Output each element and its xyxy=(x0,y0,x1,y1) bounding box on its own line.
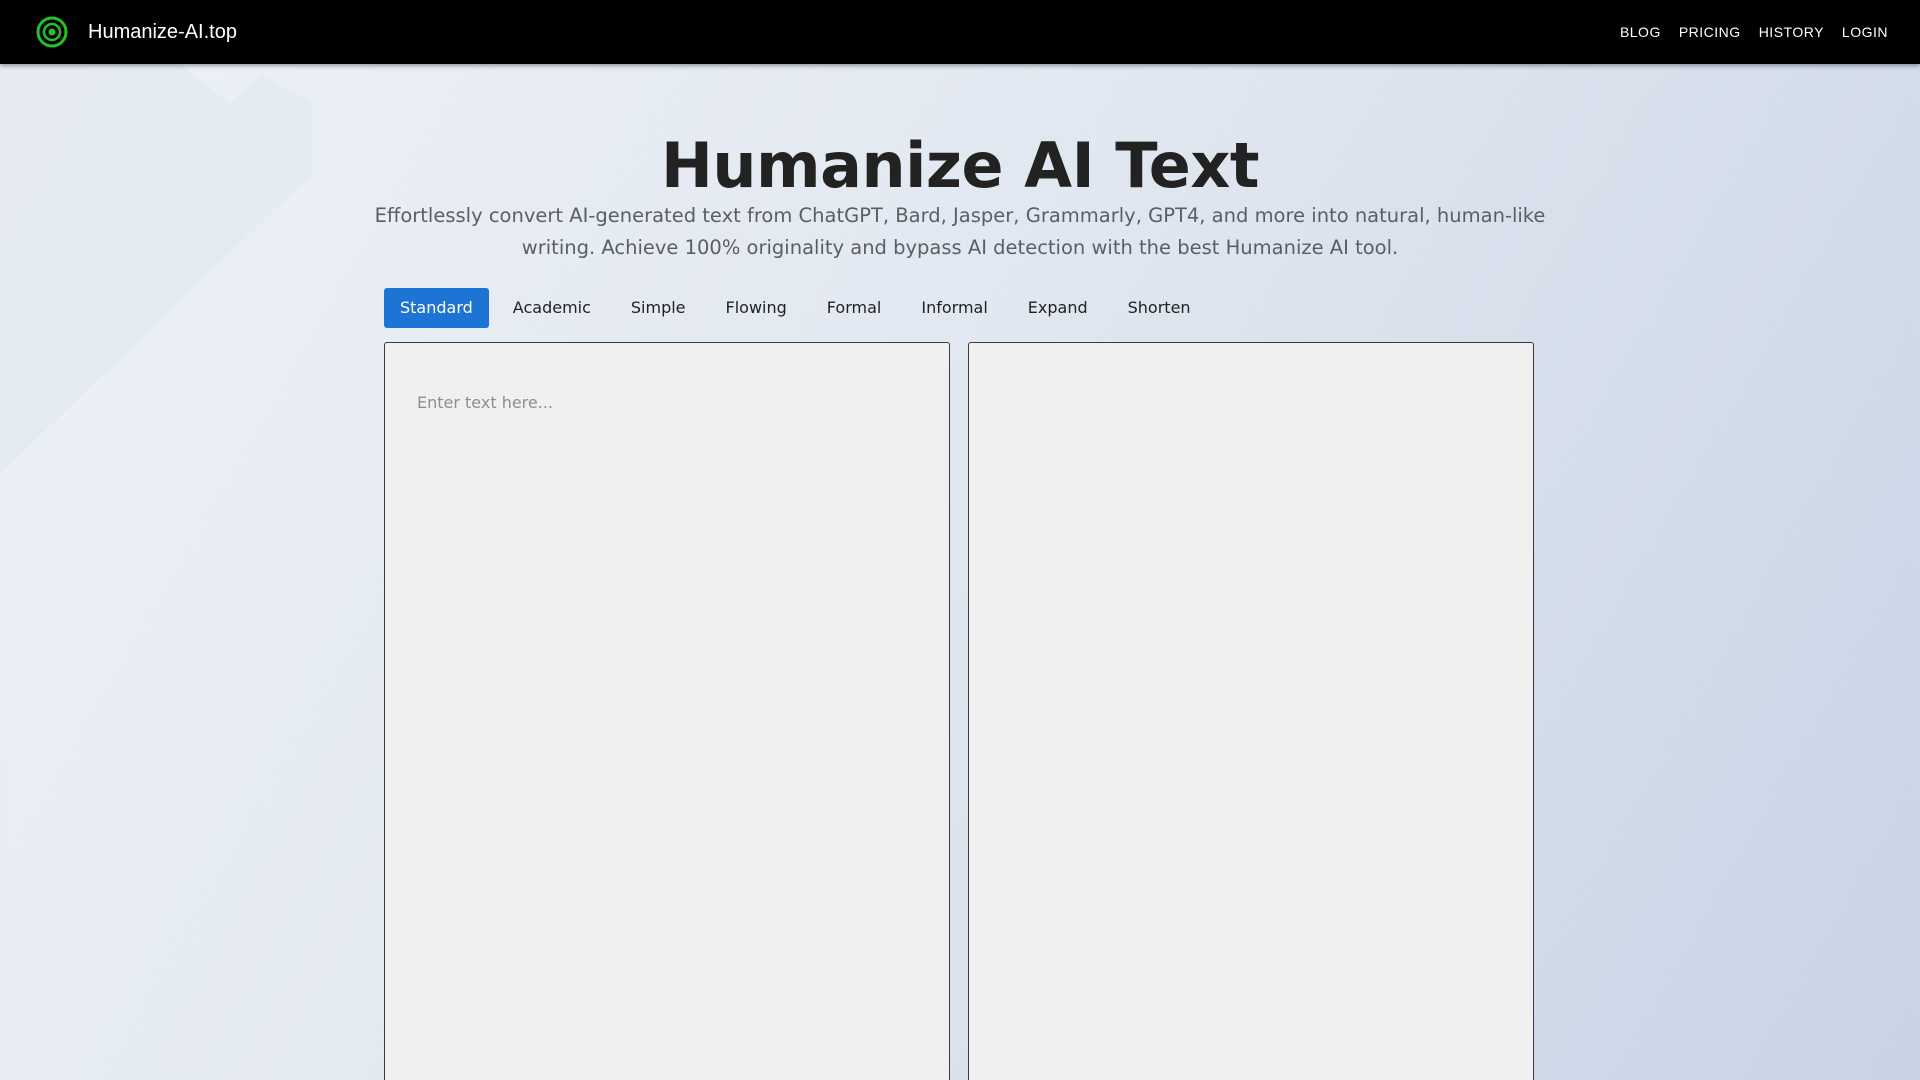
tab-standard[interactable]: Standard xyxy=(384,288,489,328)
tab-simple[interactable]: Simple xyxy=(615,288,702,328)
page-subtitle: Effortlessly convert AI-generated text f… xyxy=(374,204,1546,259)
input-panel xyxy=(384,342,950,1080)
tab-flowing[interactable]: Flowing xyxy=(710,288,803,328)
tab-informal[interactable]: Informal xyxy=(905,288,1003,328)
nav-login[interactable]: LOGIN xyxy=(1842,22,1888,42)
input-textarea[interactable] xyxy=(385,343,949,1080)
background-decoration xyxy=(0,64,312,474)
tab-expand[interactable]: Expand xyxy=(1012,288,1104,328)
tab-shorten[interactable]: Shorten xyxy=(1112,288,1207,328)
top-navbar: Humanize-AI.top BLOG PRICING HISTORY LOG… xyxy=(0,0,1920,64)
tab-formal[interactable]: Formal xyxy=(811,288,898,328)
page-title: Humanize AI Text xyxy=(661,129,1259,202)
brand-link[interactable]: Humanize-AI.top xyxy=(88,20,237,44)
tab-academic[interactable]: Academic xyxy=(497,288,607,328)
output-textarea[interactable] xyxy=(969,343,1533,1080)
output-panel xyxy=(968,342,1534,1080)
target-icon[interactable] xyxy=(35,15,69,49)
nav-pricing[interactable]: PRICING xyxy=(1679,22,1741,42)
nav-blog[interactable]: BLOG xyxy=(1620,22,1661,42)
nav-history[interactable]: HISTORY xyxy=(1759,22,1824,42)
main-nav: BLOG PRICING HISTORY LOGIN xyxy=(1602,22,1888,42)
mode-tabs: Standard Academic Simple Flowing Formal … xyxy=(384,288,1215,328)
